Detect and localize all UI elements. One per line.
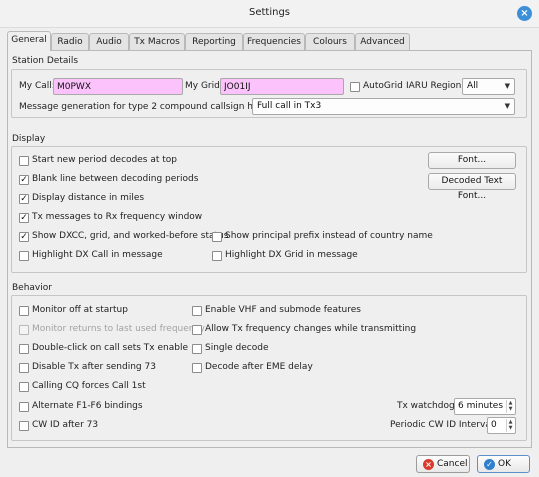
message-generation-value: Full call in Tx3 xyxy=(257,101,322,111)
display-title: Display xyxy=(12,134,46,144)
behavior-title: Behavior xyxy=(12,283,52,293)
tab-audio-label: Audio xyxy=(96,37,122,47)
decode-eme-label: Decode after EME delay xyxy=(205,362,313,372)
principal-prefix-label: Show principal prefix instead of country… xyxy=(225,231,433,241)
tab-reporting-label: Reporting xyxy=(192,37,236,47)
general-tab-panel: Station Details My Call: My Grid: AutoGr… xyxy=(7,50,532,448)
tab-tx-macros[interactable]: Tx Macros xyxy=(129,33,185,50)
start-new-period-checkbox[interactable] xyxy=(19,156,29,166)
periodic-cw-id-value: 0 xyxy=(491,420,497,430)
tx-watchdog-label: Tx watchdog: xyxy=(397,401,458,411)
disable-tx-73-checkbox[interactable] xyxy=(19,363,29,373)
cancel-button-label: Cancel xyxy=(437,459,468,469)
single-decode-checkbox[interactable] xyxy=(192,344,202,354)
double-click-label: Double-click on call sets Tx enable xyxy=(32,343,189,353)
show-dxcc-label: Show DXCC, grid, and worked-before statu… xyxy=(32,231,229,241)
message-generation-select[interactable]: Full call in Tx3 ▼ xyxy=(252,98,515,115)
ok-button-label: OK xyxy=(498,459,511,469)
single-decode-label: Single decode xyxy=(205,343,269,353)
principal-prefix-checkbox[interactable] xyxy=(212,232,222,242)
window-title: Settings xyxy=(248,7,290,18)
monitor-off-checkbox[interactable] xyxy=(19,306,29,316)
tab-frequencies-label: Frequencies xyxy=(247,37,301,47)
highlight-dx-call-checkbox[interactable] xyxy=(19,251,29,261)
allow-tx-freq-checkbox[interactable] xyxy=(192,325,202,335)
disable-tx-73-label: Disable Tx after sending 73 xyxy=(32,362,156,372)
tab-reporting[interactable]: Reporting xyxy=(185,33,243,50)
tab-advanced-label: Advanced xyxy=(360,37,405,47)
double-click-checkbox[interactable] xyxy=(19,344,29,354)
autogrid-checkbox[interactable] xyxy=(350,82,360,92)
tab-advanced[interactable]: Advanced xyxy=(355,33,410,50)
distance-miles-label: Display distance in miles xyxy=(32,193,145,203)
cw-id-after-73-label: CW ID after 73 xyxy=(32,420,99,430)
show-dxcc-checkbox[interactable]: ✓ xyxy=(19,232,29,242)
chevron-down-icon: ▼ xyxy=(504,82,510,90)
alternate-bindings-label: Alternate F1-F6 bindings xyxy=(32,401,143,411)
blank-line-checkbox[interactable]: ✓ xyxy=(19,175,29,185)
tx-messages-rx-checkbox[interactable]: ✓ xyxy=(19,213,29,223)
spin-arrows-icon[interactable]: ▲ ▼ xyxy=(506,419,514,432)
checkmark-icon: ✓ xyxy=(484,459,495,470)
message-generation-label: Message generation for type 2 compound c… xyxy=(19,102,284,112)
tx-messages-rx-label: Tx messages to Rx frequency window xyxy=(32,212,203,222)
blank-line-label: Blank line between decoding periods xyxy=(32,174,199,184)
allow-tx-freq-label: Allow Tx frequency changes while transmi… xyxy=(205,324,417,334)
my-call-input[interactable] xyxy=(53,78,183,95)
monitor-returns-label: Monitor returns to last used frequency xyxy=(32,324,205,334)
alternate-bindings-checkbox[interactable] xyxy=(19,402,29,412)
tx-watchdog-value: 6 minutes xyxy=(458,401,504,411)
spin-arrows-icon[interactable]: ▲ ▼ xyxy=(506,400,514,413)
tab-frequencies[interactable]: Frequencies xyxy=(243,33,305,50)
calling-cq-checkbox[interactable] xyxy=(19,382,29,392)
start-new-period-label: Start new period decodes at top xyxy=(32,155,177,165)
enable-vhf-checkbox[interactable] xyxy=(192,306,202,316)
periodic-cw-id-label: Periodic CW ID Interval: xyxy=(390,420,497,430)
highlight-dx-grid-checkbox[interactable] xyxy=(212,251,222,261)
title-bar: Settings × xyxy=(0,0,539,27)
highlight-dx-grid-label: Highlight DX Grid in message xyxy=(225,250,358,260)
monitor-returns-checkbox xyxy=(19,325,29,335)
cancel-button[interactable]: × Cancel xyxy=(416,455,470,473)
tab-radio-label: Radio xyxy=(57,37,83,47)
enable-vhf-label: Enable VHF and submode features xyxy=(205,305,361,315)
calling-cq-label: Calling CQ forces Call 1st xyxy=(32,381,146,391)
tab-tx-macros-label: Tx Macros xyxy=(134,37,180,47)
periodic-cw-id-spinbox[interactable]: 0 ▲ ▼ xyxy=(487,417,516,434)
iaru-region-select[interactable]: All ▼ xyxy=(462,78,515,95)
chevron-down-icon: ▼ xyxy=(504,102,510,110)
ok-button[interactable]: ✓ OK xyxy=(477,455,530,473)
my-grid-input[interactable] xyxy=(220,78,344,95)
tab-general-label: General xyxy=(11,35,47,45)
autogrid-label: AutoGrid xyxy=(363,81,403,91)
tab-audio[interactable]: Audio xyxy=(89,33,129,50)
tab-colours[interactable]: Colours xyxy=(305,33,355,50)
tab-radio[interactable]: Radio xyxy=(51,33,89,50)
my-grid-label: My Grid: xyxy=(185,81,223,91)
cw-id-after-73-checkbox[interactable] xyxy=(19,421,29,431)
font-button[interactable]: Font... xyxy=(428,152,516,169)
decode-eme-checkbox[interactable] xyxy=(192,363,202,373)
close-icon[interactable]: × xyxy=(517,6,532,21)
iaru-region-label: IARU Region: xyxy=(406,81,465,91)
highlight-dx-call-label: Highlight DX Call in message xyxy=(32,250,163,260)
distance-miles-checkbox[interactable]: ✓ xyxy=(19,194,29,204)
monitor-off-label: Monitor off at startup xyxy=(32,305,128,315)
tx-watchdog-spinbox[interactable]: 6 minutes ▲ ▼ xyxy=(454,398,516,415)
tab-colours-label: Colours xyxy=(313,37,347,47)
decoded-text-font-button[interactable]: Decoded Text Font... xyxy=(428,173,516,201)
iaru-region-value: All xyxy=(467,81,479,91)
station-details-title: Station Details xyxy=(12,56,79,66)
my-call-label: My Call: xyxy=(19,81,55,91)
tab-general[interactable]: General xyxy=(7,31,51,51)
cancel-icon: × xyxy=(423,459,434,470)
